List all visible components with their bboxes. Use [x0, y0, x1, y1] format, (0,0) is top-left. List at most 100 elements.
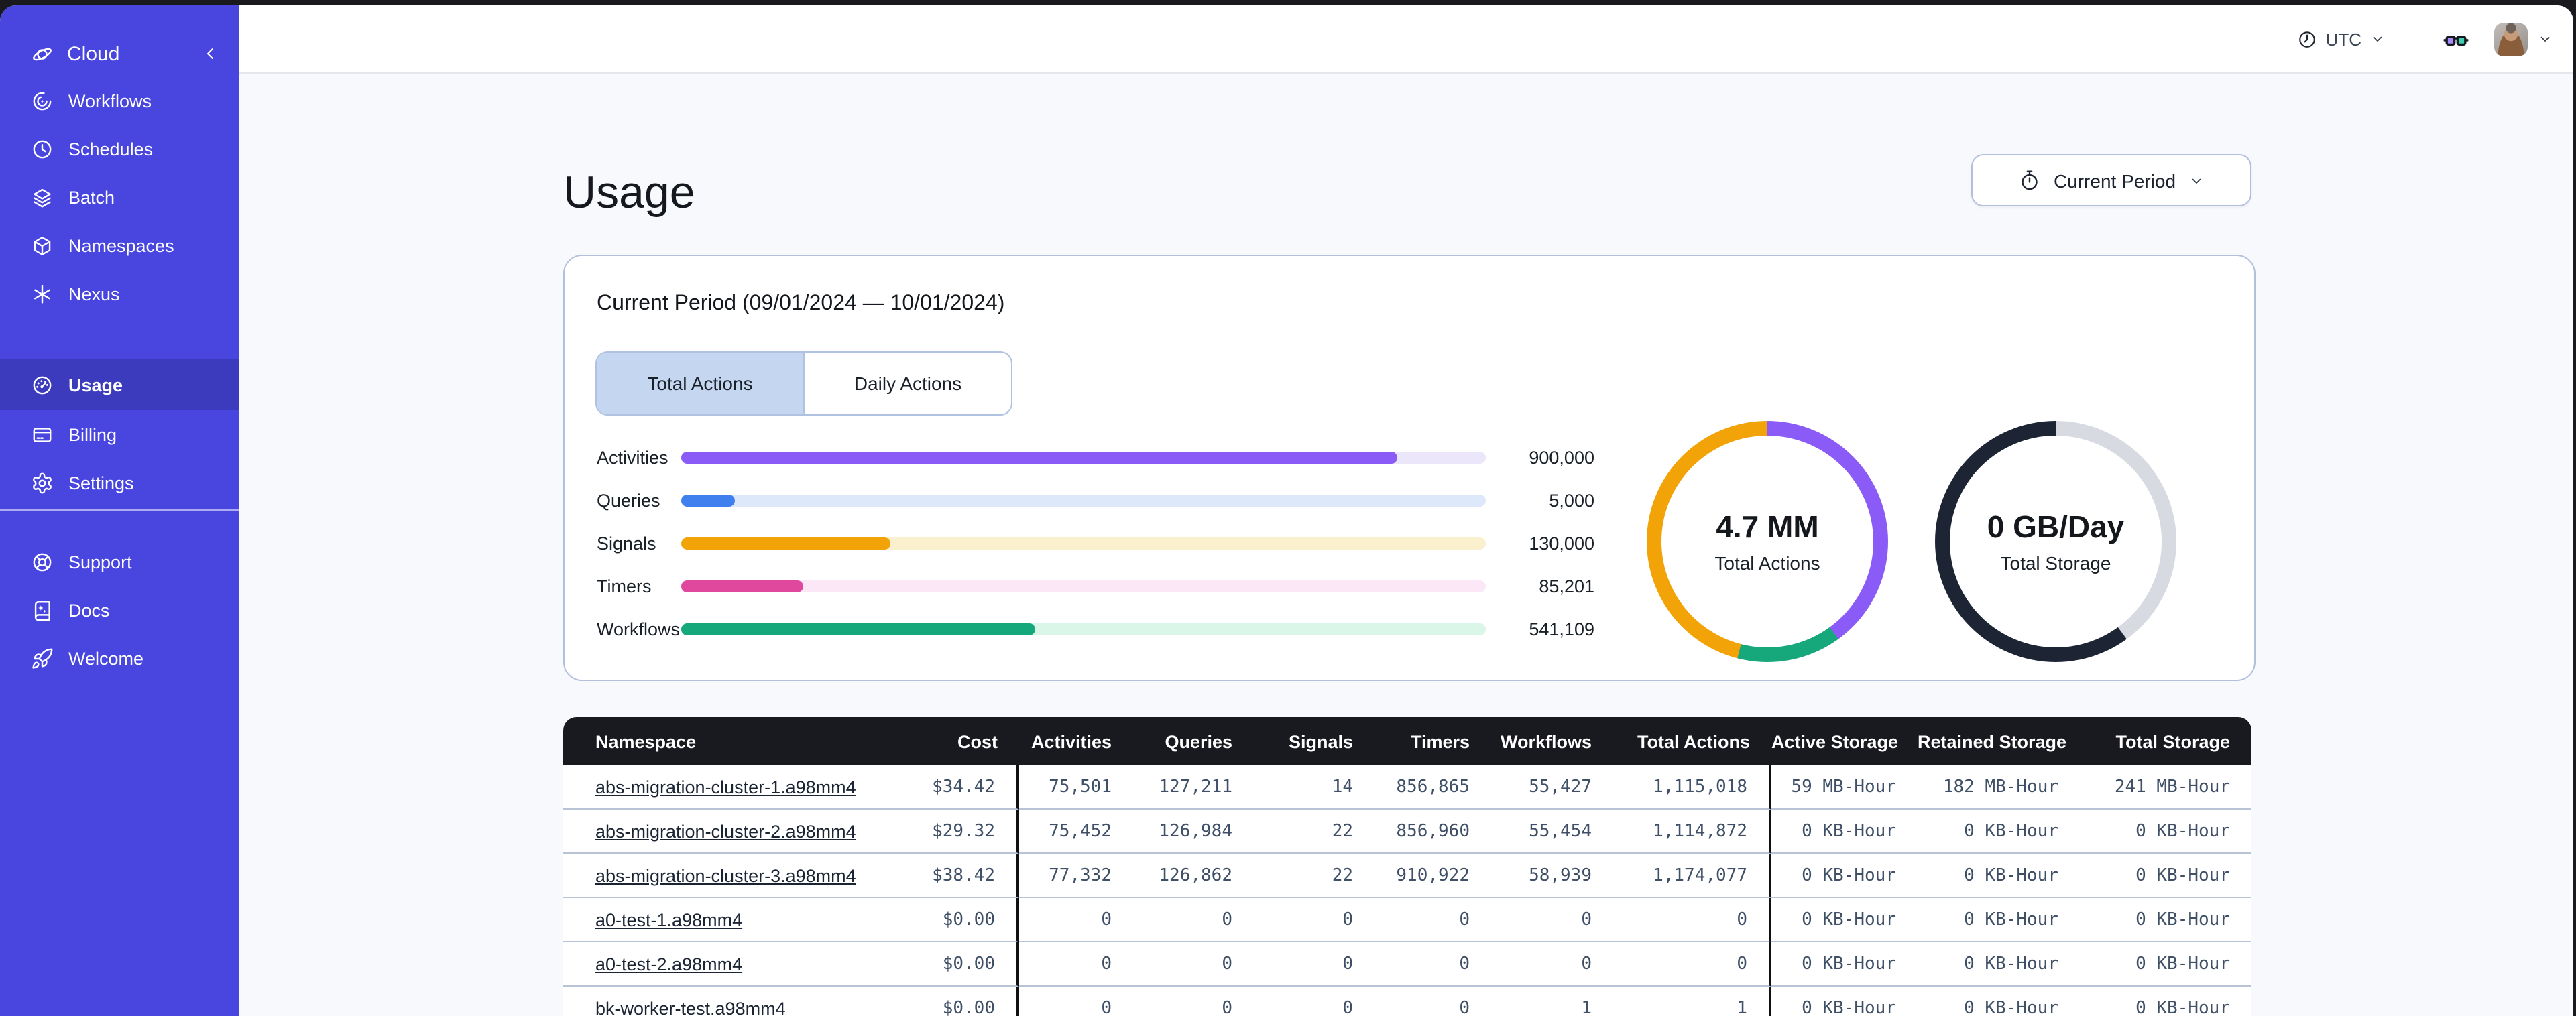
sidebar: Cloud Workflows Schedules Batch Namespaces N…	[0, 5, 239, 1016]
namespace-link[interactable]: abs-migration-cluster-2.a98mm4	[595, 821, 856, 841]
cell-retained-storage: 0 KB-Hour	[1918, 898, 2080, 942]
cell-activities: 0	[1019, 898, 1133, 942]
cell-timers: 0	[1374, 987, 1491, 1016]
main-content: Usage Current Period Current Period (09/…	[239, 74, 2573, 1016]
bar-track	[681, 494, 1486, 506]
namespace-link[interactable]: a0-test-1.a98mm4	[595, 909, 742, 930]
bar-value: 85,201	[1539, 576, 1594, 596]
top-bar: UTC	[239, 5, 2573, 74]
bar-fill	[681, 494, 736, 506]
cell-active-storage: 0 KB-Hour	[1771, 854, 1918, 898]
cell-signals: 22	[1254, 854, 1374, 898]
sidebar-item-nexus[interactable]: Nexus	[0, 269, 239, 318]
settings-icon	[31, 471, 54, 494]
actions-view-tabs: Total Actions Daily Actions	[595, 351, 1012, 416]
period-select-button[interactable]: Current Period	[1971, 154, 2251, 206]
cell-total-actions: 1	[1613, 987, 1771, 1016]
cell-cost: $0.00	[925, 942, 1019, 987]
namespace-link[interactable]: abs-migration-cluster-3.a98mm4	[595, 865, 856, 885]
sidebar-item-label: Workflows	[68, 90, 152, 111]
column-header-retained-storage: Retained Storage	[1918, 717, 2080, 765]
namespace-cell: a0-test-1.a98mm4	[563, 898, 925, 942]
column-header-total-storage: Total Storage	[2080, 717, 2251, 765]
sidebar-item-label: Docs	[68, 600, 110, 620]
sidebar-nav-account: Usage Billing Settings	[0, 359, 239, 507]
sidebar-item-settings[interactable]: Settings	[0, 458, 239, 507]
sidebar-collapse-button[interactable]	[201, 44, 220, 63]
cell-signals: 14	[1254, 765, 1374, 810]
namespace-link[interactable]: abs-migration-cluster-1.a98mm4	[595, 777, 856, 797]
donut-center: 0 GB/Day Total Storage	[1935, 421, 2176, 662]
sidebar-item-usage[interactable]: Usage	[0, 359, 239, 410]
current-period-card: Current Period (09/01/2024 — 10/01/2024)…	[563, 255, 2256, 681]
sidebar-item-label: Batch	[68, 187, 115, 207]
sidebar-item-billing[interactable]: Billing	[0, 410, 239, 458]
support-icon	[31, 550, 54, 573]
sidebar-item-schedules[interactable]: Schedules	[0, 125, 239, 173]
cell-queries: 126,984	[1133, 810, 1254, 854]
cell-timers: 856,865	[1374, 765, 1491, 810]
sidebar-item-label: Schedules	[68, 139, 154, 159]
column-header-total-actions: Total Actions	[1613, 717, 1771, 765]
bar-track	[681, 537, 1486, 549]
column-header-queries: Queries	[1133, 717, 1254, 765]
sidebar-item-label: Namespaces	[68, 235, 174, 255]
user-menu-chevron-icon[interactable]	[2537, 31, 2553, 47]
namespace-link[interactable]: bk-worker-test.a98mm4	[595, 998, 786, 1016]
sidebar-divider	[0, 509, 239, 511]
cell-workflows: 0	[1491, 942, 1613, 987]
cell-queries: 0	[1133, 898, 1254, 942]
sidebar-item-label: Nexus	[68, 283, 120, 304]
sidebar-item-namespaces[interactable]: Namespaces	[0, 221, 239, 269]
usage-icon	[31, 373, 54, 396]
actions-bar-chart: Activities 900,000 Queries 5,000 Signals 130,…	[597, 436, 1594, 650]
sidebar-item-label: Settings	[68, 472, 134, 493]
total-actions-label: Total Actions	[1714, 552, 1820, 574]
bar-fill	[681, 623, 1035, 635]
bar-label: Activities	[597, 447, 668, 467]
bar-value: 5,000	[1549, 490, 1594, 510]
bar-label: Queries	[597, 490, 660, 510]
cell-workflows: 1	[1491, 987, 1613, 1016]
tab-daily-actions[interactable]: Daily Actions	[803, 353, 1011, 414]
bar-value: 130,000	[1529, 533, 1594, 553]
cell-signals: 0	[1254, 987, 1374, 1016]
bar-row-timers: Timers 85,201	[597, 564, 1594, 607]
total-actions-donut: 4.7 MM Total Actions	[1647, 421, 1888, 662]
cell-workflows: 0	[1491, 898, 1613, 942]
tab-total-actions[interactable]: Total Actions	[597, 353, 803, 414]
namespace-link[interactable]: a0-test-2.a98mm4	[595, 954, 742, 974]
cell-total-actions: 0	[1613, 898, 1771, 942]
cell-retained-storage: 0 KB-Hour	[1918, 854, 2080, 898]
timezone-selector[interactable]: UTC	[2298, 29, 2386, 49]
sidebar-item-welcome[interactable]: Welcome	[0, 634, 239, 682]
sidebar-item-workflows[interactable]: Workflows	[0, 76, 239, 125]
cell-retained-storage: 182 MB-Hour	[1918, 765, 2080, 810]
bar-track	[681, 580, 1486, 592]
cell-total-storage: 0 KB-Hour	[2080, 987, 2251, 1016]
sidebar-item-label: Welcome	[68, 648, 144, 668]
billing-icon	[31, 423, 54, 446]
namespaces-icon	[31, 234, 54, 257]
cell-total-storage: 0 KB-Hour	[2080, 898, 2251, 942]
sidebar-item-batch[interactable]: Batch	[0, 173, 239, 221]
donut-center: 4.7 MM Total Actions	[1647, 421, 1888, 662]
sidebar-item-support[interactable]: Support	[0, 537, 239, 586]
chevron-down-icon	[2188, 172, 2204, 188]
sidebar-nav-main: Workflows Schedules Batch Namespaces Nexus	[0, 76, 239, 318]
column-header-cost: Cost	[925, 717, 1019, 765]
cell-cost: $0.00	[925, 898, 1019, 942]
cell-retained-storage: 0 KB-Hour	[1918, 987, 2080, 1016]
bar-row-signals: Signals 130,000	[597, 521, 1594, 564]
cell-workflows: 55,454	[1491, 810, 1613, 854]
cell-total-actions: 1,174,077	[1613, 854, 1771, 898]
cell-total-actions: 1,115,018	[1613, 765, 1771, 810]
cell-active-storage: 0 KB-Hour	[1771, 810, 1918, 854]
total-actions-value: 4.7 MM	[1716, 509, 1819, 544]
total-storage-donut: 0 GB/Day Total Storage	[1935, 421, 2176, 662]
docs-icon	[31, 598, 54, 621]
table-row: abs-migration-cluster-2.a98mm4 $29.32 75,4…	[563, 810, 2251, 854]
sidebar-item-docs[interactable]: Docs	[0, 586, 239, 634]
feedback-glasses-icon[interactable]	[2442, 25, 2470, 53]
avatar[interactable]	[2494, 22, 2528, 56]
